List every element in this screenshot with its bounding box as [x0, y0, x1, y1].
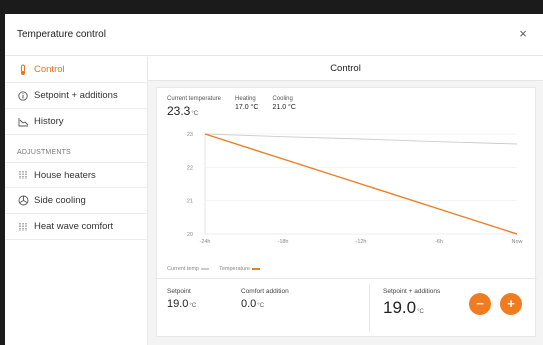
chart-legend: Current temp Temperature — [167, 266, 260, 272]
setpoint-additions-unit: °C — [417, 309, 424, 315]
adjustments-section-label: ADJUSTMENTS — [17, 149, 71, 156]
setpoint-additions-value-row: 19.0°C — [383, 298, 440, 318]
sidebar: Control Setpoint + additions History ADJ… — [5, 57, 148, 345]
sidebar-item-label: House heaters — [34, 169, 96, 181]
comfort-addition-block: Comfort addition 0.0°C — [241, 288, 289, 310]
comfort-addition-unit: °C — [257, 303, 265, 309]
sidebar-item-side-cooling[interactable]: Side cooling — [5, 188, 147, 214]
x-tick-label: -24h — [199, 239, 210, 245]
sidebar-item-control[interactable]: Control — [5, 57, 147, 83]
temperature-chart: 23 22 21 20 -24h -18h -12h -6h Now — [187, 132, 523, 245]
x-tick-label: -12h — [355, 239, 366, 245]
comfort-addition-value-row: 0.0°C — [241, 298, 289, 310]
decrease-button[interactable]: − — [469, 293, 491, 315]
fan-icon — [17, 195, 29, 207]
setpoint-block: Setpoint 19.0°C — [167, 288, 196, 310]
sidebar-item-label: Control — [34, 64, 65, 75]
temperature-control-dialog: Temperature control × Control Setpoint +… — [5, 14, 543, 345]
main-title: Control — [148, 57, 543, 81]
current-temperature-value-row: 23.3°C — [167, 104, 221, 118]
sidebar-item-setpoint-additions[interactable]: Setpoint + additions — [5, 83, 147, 109]
x-tick-label: -18h — [277, 239, 288, 245]
setpoint-value: 19.0 — [167, 298, 189, 310]
legend-item: Current temp — [167, 266, 210, 272]
setpoint-additions-label: Setpoint + additions — [383, 288, 441, 295]
y-tick-label: 22 — [187, 165, 193, 171]
dialog-header: Temperature control × — [5, 14, 543, 56]
setpoint-label: Setpoint — [167, 288, 191, 295]
thermometer-icon — [17, 64, 29, 76]
heating-label: Heating — [235, 96, 256, 102]
main-panel: Control Current temperature 23.3°C Heati… — [148, 57, 543, 345]
current-temperature-unit: °C — [191, 111, 199, 117]
heater-icon — [17, 221, 29, 233]
sidebar-item-label: Heat wave comfort — [34, 221, 114, 232]
y-tick-label: 23 — [187, 132, 193, 138]
chart-icon — [17, 116, 29, 128]
sidebar-item-house-heaters[interactable]: House heaters — [5, 162, 147, 188]
current-temperature: Current temperature 23.3°C — [167, 96, 221, 118]
setpoint-value-row: 19.0°C — [167, 298, 196, 310]
comfort-addition-label: Comfort addition — [241, 288, 289, 295]
series-line — [204, 133, 518, 145]
increase-button[interactable]: + — [500, 293, 522, 315]
cooling-setpoint: Cooling 21.0 °C — [272, 96, 295, 118]
stats-row: Current temperature 23.3°C Heating 17.0 … — [167, 96, 296, 118]
x-tick-label: -6h — [435, 239, 443, 245]
dialog-title: Temperature control — [17, 29, 106, 40]
y-tick-label: 20 — [187, 232, 193, 238]
heating-value: 17.0 °C — [235, 104, 259, 111]
info-icon — [17, 90, 29, 102]
series-line — [204, 133, 518, 235]
heating-setpoint: Heating 17.0 °C — [235, 96, 258, 118]
window-top-bar — [0, 0, 543, 14]
current-temperature-label: Current temperature — [167, 96, 222, 102]
legend-swatch — [201, 267, 210, 270]
y-tick-label: 21 — [187, 199, 193, 205]
sidebar-item-label: Setpoint + additions — [34, 90, 118, 101]
setpoint-additions-value: 19.0 — [383, 298, 417, 317]
heater-icon — [17, 169, 29, 181]
x-tick-label: Now — [511, 239, 522, 245]
divider — [157, 278, 537, 279]
comfort-addition-value: 0.0 — [241, 298, 257, 310]
sidebar-item-label: History — [34, 116, 64, 127]
legend-label: Current temp — [167, 266, 200, 272]
sidebar-item-heat-wave-comfort[interactable]: Heat wave comfort — [5, 214, 147, 240]
setpoint-additions-block: Setpoint + additions 19.0°C — [383, 288, 440, 318]
setpoint-unit: °C — [189, 303, 197, 309]
cooling-value: 21.0 °C — [272, 104, 296, 111]
legend-swatch — [252, 267, 260, 270]
control-card: Current temperature 23.3°C Heating 17.0 … — [156, 87, 537, 337]
cooling-label: Cooling — [272, 96, 293, 102]
sidebar-item-label: Side cooling — [34, 195, 86, 206]
current-temperature-value: 23.3 — [167, 104, 191, 118]
close-icon[interactable]: × — [515, 26, 531, 42]
legend-label: Temperature — [219, 266, 250, 272]
legend-item: Temperature — [219, 266, 260, 272]
sidebar-item-history[interactable]: History — [5, 109, 147, 135]
divider — [369, 284, 370, 332]
